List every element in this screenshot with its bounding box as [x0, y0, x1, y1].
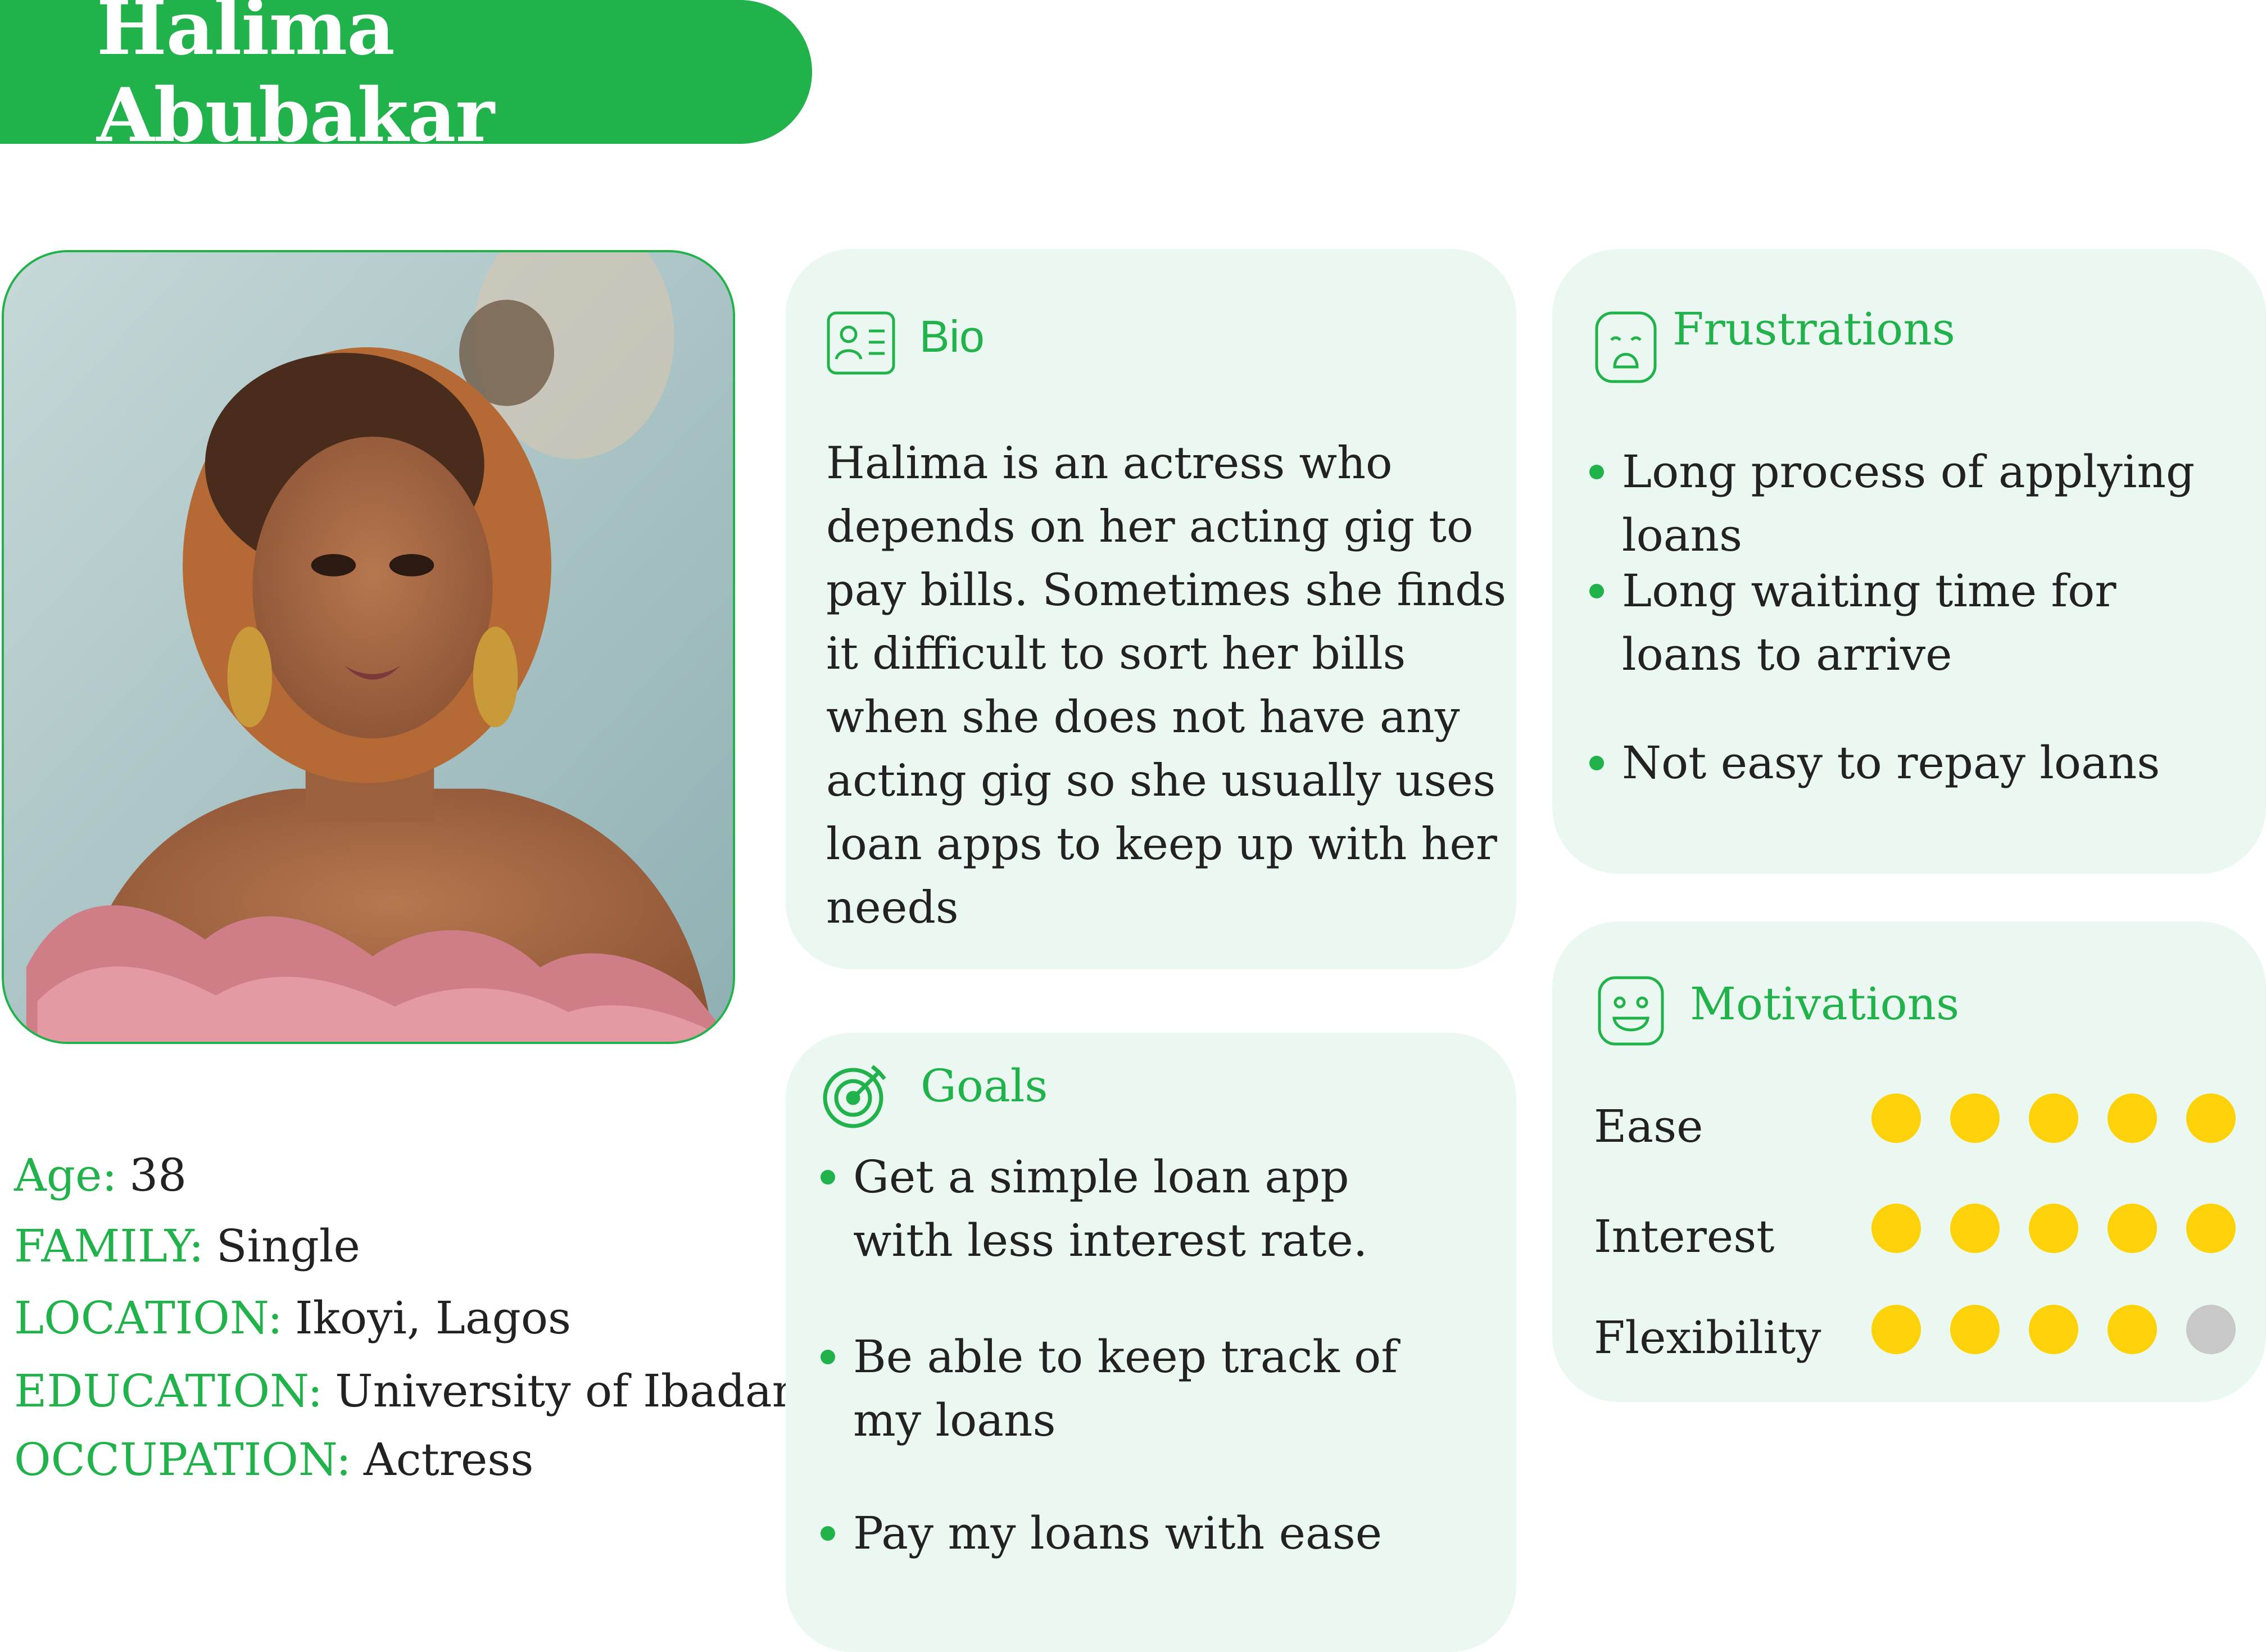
- motivations-title: Motivations: [1690, 978, 1960, 1030]
- detail-label: LOCATION:: [14, 1292, 283, 1344]
- bio-card: Bio Halima is an actress who depends on …: [786, 249, 1516, 969]
- frustration-item: Not easy to repay loans: [1589, 731, 2218, 795]
- happy-face-icon: [1597, 975, 1665, 1046]
- goal-item: Pay my loans with ease: [821, 1501, 1449, 1565]
- goals-card: Goals Get a simple loan app with less in…: [786, 1033, 1516, 1652]
- frustrations-title: Frustrations: [1673, 303, 1955, 355]
- sad-face-icon: [1594, 311, 1657, 384]
- goal-item: Be able to keep track of my loans: [821, 1325, 1449, 1452]
- detail-occupation: OCCUPATION: Actress: [14, 1433, 533, 1486]
- bio-title: Bio: [919, 311, 985, 361]
- detail-label: OCCUPATION:: [14, 1433, 351, 1486]
- frustration-item: Long process of applying loans: [1589, 440, 2251, 567]
- id-card-icon: [826, 311, 896, 375]
- detail-label: Age:: [14, 1149, 117, 1201]
- rating-dot-filled: [2029, 1093, 2078, 1143]
- rating-dot-filled: [1871, 1204, 1921, 1253]
- name-banner: Halima Abubakar: [0, 0, 812, 159]
- rating-dot-filled: [1950, 1093, 2000, 1143]
- rating-dot-filled: [1950, 1305, 2000, 1354]
- detail-age: Age: 38: [14, 1149, 187, 1201]
- rating-dot-filled: [2029, 1305, 2078, 1354]
- motivation-label: Interest: [1594, 1210, 1775, 1263]
- frustrations-card: Frustrations Long process of applying lo…: [1552, 249, 2266, 874]
- motivations-card: Motivations Ease Interest Flexibility: [1552, 922, 2266, 1402]
- rating-dot-filled: [1871, 1093, 1921, 1143]
- rating-dot-filled: [2108, 1093, 2157, 1143]
- persona-name: Halima Abubakar: [97, 0, 495, 159]
- persona-photo: [2, 250, 735, 1044]
- rating-dot-empty: [2186, 1305, 2236, 1354]
- goal-item: Get a simple loan app with less interest…: [821, 1145, 1449, 1272]
- goals-title: Goals: [921, 1060, 1048, 1112]
- rating-dot-filled: [2108, 1305, 2157, 1354]
- detail-label: EDUCATION:: [14, 1365, 323, 1417]
- rating-dot-filled: [2029, 1204, 2078, 1253]
- rating-dot-filled: [2186, 1093, 2236, 1143]
- motivation-label: Flexibility: [1594, 1311, 1821, 1364]
- detail-location: LOCATION: Ikoyi, Lagos: [14, 1292, 571, 1344]
- detail-value: 38: [129, 1149, 187, 1201]
- motivation-label: Ease: [1594, 1100, 1703, 1152]
- detail-value: University of Ibadan: [335, 1365, 801, 1417]
- rating-dot-filled: [2108, 1204, 2157, 1253]
- target-icon: [821, 1061, 890, 1131]
- detail-family: FAMILY: Single: [14, 1220, 360, 1272]
- detail-value: Actress: [363, 1433, 534, 1486]
- frustration-item: Long waiting time for loans to arrive: [1589, 559, 2218, 686]
- rating-dot-filled: [1871, 1305, 1921, 1354]
- detail-value: Ikoyi, Lagos: [294, 1292, 572, 1344]
- detail-label: FAMILY:: [14, 1220, 204, 1272]
- detail-education: EDUCATION: University of Ibadan: [14, 1365, 801, 1417]
- detail-value: Single: [216, 1220, 360, 1272]
- bio-text: Halima is an actress who depends on her …: [826, 437, 1507, 933]
- rating-dot-filled: [1950, 1204, 2000, 1253]
- rating-dot-filled: [2186, 1204, 2236, 1253]
